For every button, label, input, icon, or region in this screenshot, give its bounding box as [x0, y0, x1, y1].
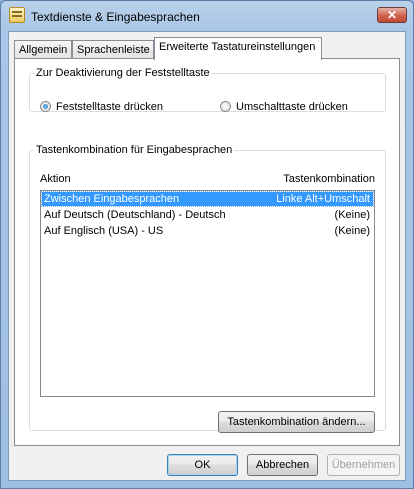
hotkeys-listbox[interactable]: Zwischen Eingabesprachen Linke Alt+Umsch… [40, 190, 375, 397]
window-title: Textdienste & Eingabesprachen [31, 10, 200, 24]
apply-button[interactable]: Übernehmen [327, 454, 400, 476]
column-header-tastenkombination: Tastenkombination [283, 173, 375, 185]
radio-umschalttaste[interactable]: Umschalttaste drücken [220, 100, 348, 114]
list-item-action: Zwischen Eingabesprachen [44, 193, 180, 205]
radio-checked-icon [40, 101, 51, 112]
close-button[interactable]: ✕ [377, 7, 407, 23]
title-bar[interactable]: Textdienste & Eingabesprachen ✕ [1, 1, 413, 31]
radio-feststelltaste[interactable]: Feststelltaste drücken [40, 100, 163, 114]
radio-feststelltaste-label: Feststelltaste drücken [56, 101, 163, 113]
cancel-button[interactable]: Abbrechen [247, 454, 318, 476]
tab-allgemein[interactable]: Allgemein [14, 40, 72, 59]
radio-unchecked-icon [220, 101, 231, 112]
keyboard-icon [9, 7, 25, 23]
list-item[interactable]: Zwischen Eingabesprachen Linke Alt+Umsch… [41, 191, 374, 207]
dialog-client: Allgemein Sprachenleiste Erweiterte Tast… [8, 31, 406, 481]
tab-sprachenleiste[interactable]: Sprachenleiste [72, 40, 154, 59]
list-item[interactable]: Auf Deutsch (Deutschland) - Deutsch (Kei… [42, 208, 373, 222]
list-item[interactable]: Auf Englisch (USA) - US (Keine) [42, 224, 373, 238]
tab-erweiterte-tastatureinstellungen[interactable]: Erweiterte Tastatureinstellungen [154, 37, 322, 60]
list-item-key: (Keine) [334, 209, 370, 221]
list-item-key: Linke Alt+Umschalt [276, 193, 370, 205]
list-item-action: Auf Englisch (USA) - US [44, 225, 164, 237]
hotkeys-group: Tastenkombination für Eingabesprachen Ak… [29, 144, 386, 433]
hotkeys-group-legend: Tastenkombination für Eingabesprachen [36, 144, 233, 156]
list-item-action: Auf Deutsch (Deutschland) - Deutsch [44, 209, 226, 221]
ok-button[interactable]: OK [167, 454, 238, 476]
dialog-window: Textdienste & Eingabesprachen ✕ Allgemei… [0, 0, 414, 489]
radio-umschalttaste-label: Umschalttaste drücken [236, 101, 348, 113]
column-header-aktion: Aktion [40, 173, 71, 185]
list-item-key: (Keine) [334, 225, 370, 237]
tab-panel: Zur Deaktivierung der Feststelltaste Fes… [14, 58, 400, 446]
capslock-group-legend: Zur Deaktivierung der Feststelltaste [36, 67, 210, 79]
change-hotkey-button[interactable]: Tastenkombination ändern... [218, 411, 375, 433]
capslock-group: Zur Deaktivierung der Feststelltaste Fes… [29, 67, 386, 114]
